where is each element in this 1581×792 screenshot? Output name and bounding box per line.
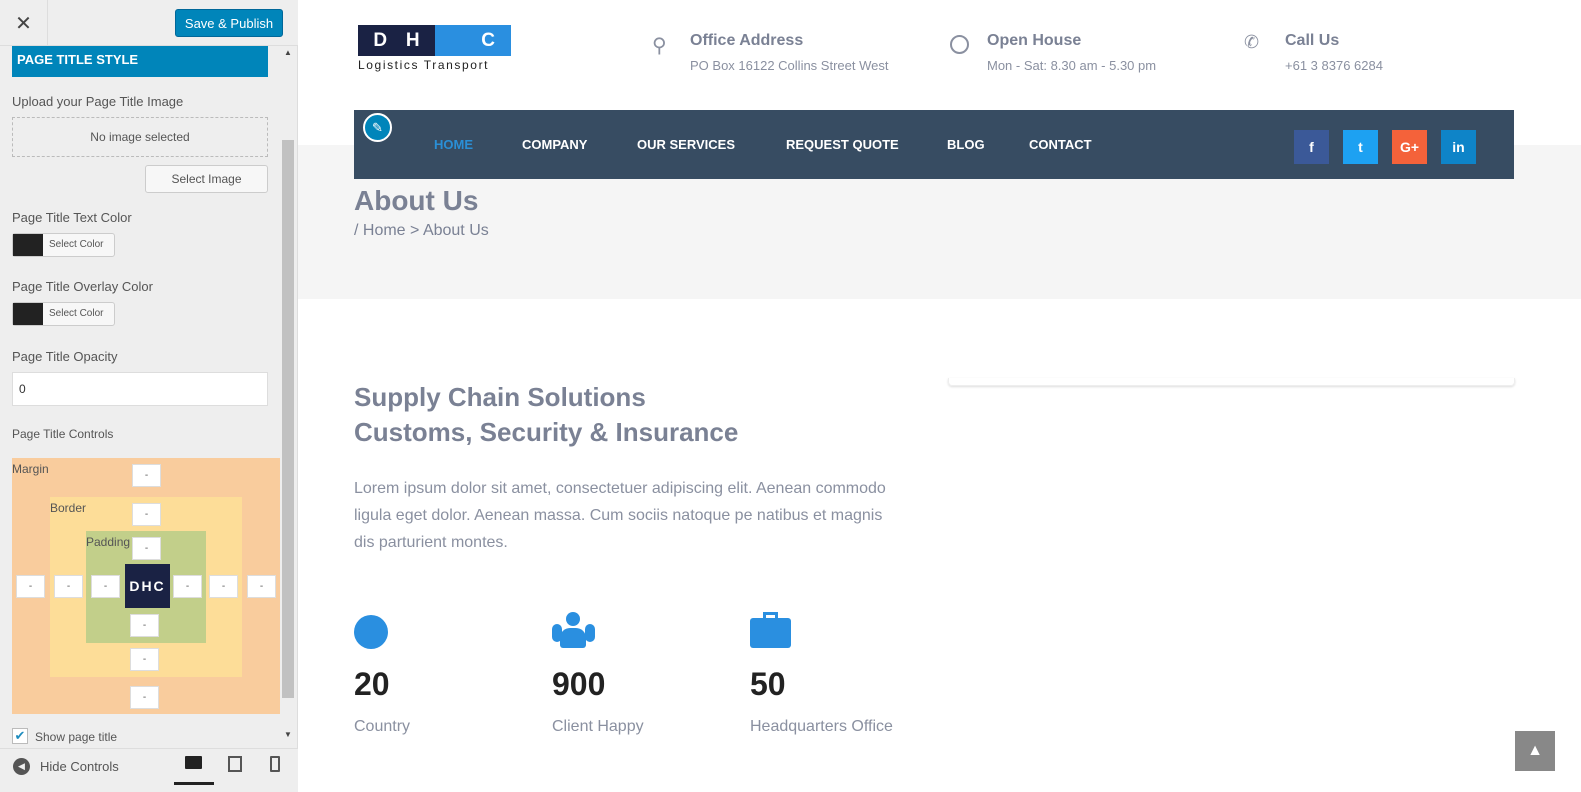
back-to-top-button[interactable]: ▲ <box>1515 731 1555 771</box>
nav-contact[interactable]: CONTACT <box>1029 137 1092 152</box>
stat-label: Headquarters Office <box>750 718 893 735</box>
facebook-icon[interactable]: f <box>1294 130 1329 164</box>
section-title: PAGE TITLE STYLE <box>12 46 268 77</box>
select-color-label: Select Color <box>49 239 104 250</box>
stat-number: 20 <box>354 666 390 702</box>
opacity-label: Page Title Opacity <box>12 349 118 364</box>
main-nav: ✎ HOME COMPANY OUR SERVICES REQUEST QUOT… <box>354 110 1514 179</box>
content-body: Lorem ipsum dolor sit amet, consectetuer… <box>354 480 886 551</box>
image-placeholder: No image selected <box>12 117 268 157</box>
select-color-label: Select Color <box>49 308 104 319</box>
heading-line-2: Customs, Security & Insurance <box>354 417 739 447</box>
active-device-indicator <box>174 782 214 785</box>
call-us-text: +61 3 8376 6284 <box>1285 58 1383 73</box>
page-title: About Us <box>354 185 479 216</box>
controls-label: Page Title Controls <box>12 427 114 441</box>
logo-letter: D <box>373 29 388 51</box>
hide-controls-button[interactable]: Hide Controls <box>40 759 119 774</box>
breadcrumb-current: About Us <box>422 222 489 239</box>
padding-left-input[interactable]: - <box>91 575 120 598</box>
heading-line-1: Supply Chain Solutions <box>354 382 646 412</box>
border-bottom-input[interactable]: - <box>130 648 159 671</box>
color-swatch <box>13 234 43 256</box>
clock-icon <box>950 35 969 54</box>
open-house-text: Mon - Sat: 8.30 am - 5.30 pm <box>987 58 1157 73</box>
logo-letter: C <box>481 29 495 51</box>
center-logo: DHC <box>125 564 170 608</box>
tablet-preview-icon[interactable] <box>228 756 242 772</box>
select-image-button[interactable]: Select Image <box>145 165 268 193</box>
opacity-input[interactable]: 0 <box>12 372 268 406</box>
map-pin-icon: ⚲ <box>652 35 667 57</box>
show-title-checkbox[interactable]: ✔ <box>12 728 28 744</box>
padding-right-input[interactable]: - <box>173 575 202 598</box>
customizer-footer: ◀ Hide Controls <box>0 748 298 792</box>
content-heading: Supply Chain Solutions Customs, Security… <box>354 380 738 450</box>
users-icon <box>552 612 595 650</box>
desktop-preview-icon[interactable] <box>185 756 202 769</box>
margin-right-input[interactable]: - <box>247 575 276 598</box>
breadcrumb-home[interactable]: / Home <box>354 222 406 239</box>
office-address-text: PO Box 16122 Collins Street West <box>690 58 889 73</box>
margin-left-input[interactable]: - <box>16 575 45 598</box>
nav-home[interactable]: HOME <box>434 137 473 152</box>
padding-top-input[interactable]: - <box>132 537 161 560</box>
media-frame <box>948 378 1515 386</box>
text-color-picker[interactable]: Select Color <box>12 233 115 257</box>
edit-shortcut-icon[interactable]: ✎ <box>363 113 392 142</box>
overlay-color-picker[interactable]: Select Color <box>12 302 115 326</box>
collapse-icon[interactable]: ◀ <box>13 758 30 775</box>
google-plus-icon[interactable]: G+ <box>1392 130 1427 164</box>
padding-bottom-input[interactable]: - <box>130 614 159 637</box>
twitter-icon[interactable]: t <box>1343 130 1378 164</box>
text-color-label: Page Title Text Color <box>12 210 132 225</box>
save-publish-button[interactable]: Save & Publish <box>175 9 283 37</box>
office-address-title: Office Address <box>690 32 804 49</box>
margin-label: Margin <box>12 462 49 476</box>
globe-icon <box>354 615 388 649</box>
stat-number: 50 <box>750 666 786 702</box>
scroll-down-icon[interactable]: ▼ <box>284 730 292 739</box>
breadcrumb: / Home > About Us <box>354 222 489 240</box>
stat-label: Client Happy <box>552 718 644 735</box>
margin-bottom-input[interactable]: - <box>130 686 159 709</box>
border-right-input[interactable]: - <box>209 575 238 598</box>
scrollbar[interactable] <box>282 140 294 698</box>
logo-letter: H <box>405 29 420 51</box>
border-left-input[interactable]: - <box>54 575 83 598</box>
call-us-title: Call Us <box>1285 32 1340 49</box>
stat-number: 900 <box>552 666 606 702</box>
margin-box: Margin Border Padding - - - - - - DHC - … <box>12 458 280 714</box>
customizer-header: ✕ Save & Publish <box>0 0 298 46</box>
overlay-color-label: Page Title Overlay Color <box>12 279 153 294</box>
padding-label: Padding <box>86 535 131 549</box>
upload-label: Upload your Page Title Image <box>12 94 184 109</box>
color-swatch <box>13 303 43 325</box>
open-house-title: Open House <box>987 32 1082 49</box>
linkedin-icon[interactable]: in <box>1441 130 1476 164</box>
border-top-input[interactable]: - <box>132 503 161 526</box>
customizer-sidebar: ✕ Save & Publish PAGE TITLE STYLE Upload… <box>0 0 298 792</box>
logo-subtitle: Logistics Transport <box>358 58 490 72</box>
show-title-label: Show page title <box>35 730 118 744</box>
margin-top-input[interactable]: - <box>132 464 161 487</box>
close-button[interactable]: ✕ <box>0 0 48 46</box>
scroll-up-icon[interactable]: ▲ <box>284 48 292 57</box>
mobile-preview-icon[interactable] <box>270 756 280 772</box>
nav-our-services[interactable]: OUR SERVICES <box>637 137 735 152</box>
border-label: Border <box>50 501 87 515</box>
site-logo[interactable]: DH C <box>358 25 511 56</box>
phone-icon: ✆ <box>1244 32 1260 52</box>
nav-request-quote[interactable]: REQUEST QUOTE <box>786 137 899 152</box>
nav-company[interactable]: COMPANY <box>522 137 587 152</box>
stat-label: Country <box>354 718 411 735</box>
briefcase-icon <box>750 612 791 648</box>
nav-blog[interactable]: BLOG <box>947 137 985 152</box>
breadcrumb-separator: > <box>410 222 420 239</box>
